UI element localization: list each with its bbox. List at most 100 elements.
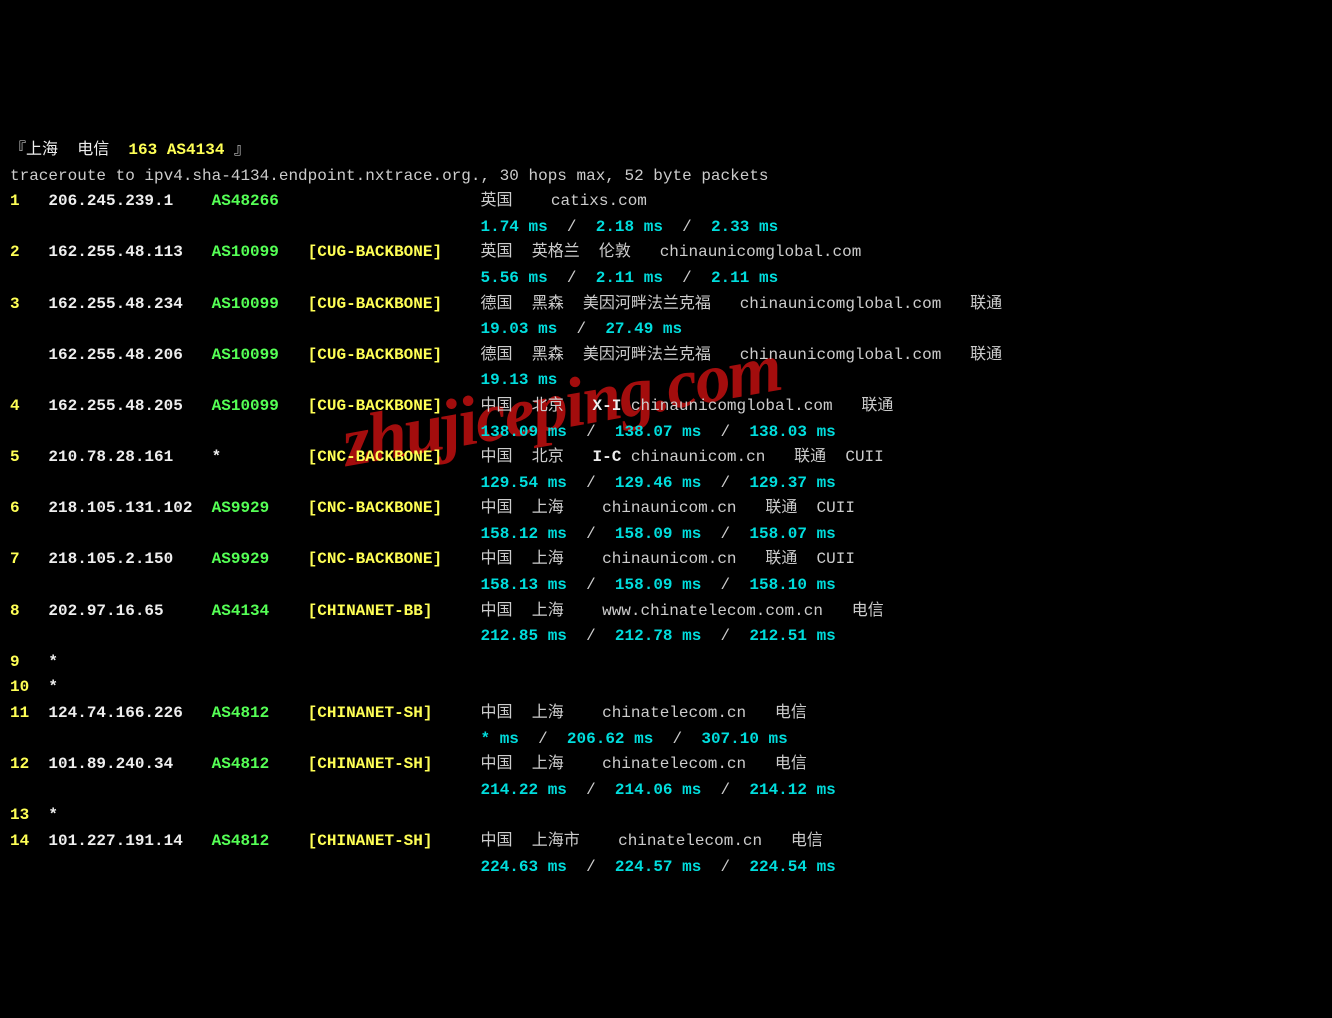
latency-value: 224.57 ms (615, 858, 701, 876)
latency-value: 5.56 ms (480, 269, 547, 287)
hop-tag: [CHINANET-SH] (308, 832, 481, 850)
hop-ip: * (48, 653, 58, 671)
hop-ip: 210.78.28.161 (48, 448, 211, 466)
hop-latency-row: 19.03 ms / 27.49 ms (10, 317, 1322, 343)
hop-number: 9 (10, 653, 48, 671)
hop-row: 5 210.78.28.161 * [CNC-BACKBONE] 中国 北京 I… (10, 445, 1322, 471)
hop-location: 中国 上海 www.chinatelecom.com.cn 电信 (480, 602, 883, 620)
latency-value: 158.07 ms (749, 525, 835, 543)
hop-tag: [CUG-BACKBONE] (308, 346, 481, 364)
hop-location: 英国 catixs.com (480, 192, 646, 210)
hop-tag: [CNC-BACKBONE] (308, 550, 481, 568)
hop-row: 12 101.89.240.34 AS4812 [CHINANET-SH] 中国… (10, 752, 1322, 778)
latency-value: 158.09 ms (615, 576, 701, 594)
hop-asn: AS48266 (212, 192, 308, 210)
latency-value: 27.49 ms (605, 320, 682, 338)
hop-number: 2 (10, 243, 48, 261)
hop-row: 8 202.97.16.65 AS4134 [CHINANET-BB] 中国 上… (10, 599, 1322, 625)
hop-route-code: I-C (593, 448, 622, 466)
hop-asn: AS10099 (212, 397, 308, 415)
hop-tag: [CNC-BACKBONE] (308, 499, 481, 517)
hop-row: 10 * (10, 675, 1322, 701)
hop-number: 12 (10, 755, 48, 773)
hop-latency-row: 19.13 ms (10, 368, 1322, 394)
latency-value: 158.09 ms (615, 525, 701, 543)
hop-row: 14 101.227.191.14 AS4812 [CHINANET-SH] 中… (10, 829, 1322, 855)
hop-ip: * (48, 806, 58, 824)
hop-latency-row: * ms / 206.62 ms / 307.10 ms (10, 727, 1322, 753)
latency-value: 138.09 ms (480, 423, 566, 441)
hop-number: 5 (10, 448, 48, 466)
hop-latency-row: 224.63 ms / 224.57 ms / 224.54 ms (10, 855, 1322, 881)
latency-value: 158.10 ms (749, 576, 835, 594)
hop-ip: 124.74.166.226 (48, 704, 211, 722)
hop-location: 中国 北京 (480, 448, 592, 466)
hop-asn: AS4812 (212, 832, 308, 850)
hop-latency-row: 158.13 ms / 158.09 ms / 158.10 ms (10, 573, 1322, 599)
hop-row: 7 218.105.2.150 AS9929 [CNC-BACKBONE] 中国… (10, 547, 1322, 573)
latency-value: 206.62 ms (567, 730, 653, 748)
hop-asn: AS9929 (212, 499, 308, 517)
hop-number (10, 346, 48, 364)
hop-row: 11 124.74.166.226 AS4812 [CHINANET-SH] 中… (10, 701, 1322, 727)
hop-ip: 202.97.16.65 (48, 602, 211, 620)
hop-latency-row: 212.85 ms / 212.78 ms / 212.51 ms (10, 624, 1322, 650)
hop-location: 中国 北京 (480, 397, 592, 415)
hop-asn: AS9929 (212, 550, 308, 568)
hop-ip: 218.105.2.150 (48, 550, 211, 568)
latency-value: 307.10 ms (701, 730, 787, 748)
hop-number: 14 (10, 832, 48, 850)
hop-number: 6 (10, 499, 48, 517)
latency-value: 129.54 ms (480, 474, 566, 492)
hop-latency-row: 129.54 ms / 129.46 ms / 129.37 ms (10, 471, 1322, 497)
hop-latency-row: 1.74 ms / 2.18 ms / 2.33 ms (10, 215, 1322, 241)
hop-asn: AS10099 (212, 243, 308, 261)
hop-row: 1 206.245.239.1 AS48266 英国 catixs.com (10, 189, 1322, 215)
hop-location: 中国 上海 chinaunicom.cn 联通 CUII (480, 550, 854, 568)
hop-number: 8 (10, 602, 48, 620)
hop-latency-row: 214.22 ms / 214.06 ms / 214.12 ms (10, 778, 1322, 804)
latency-value: 212.85 ms (480, 627, 566, 645)
hop-location: 中国 上海市 chinatelecom.cn 电信 (480, 832, 822, 850)
latency-value: 138.03 ms (749, 423, 835, 441)
latency-value: 19.13 ms (480, 371, 557, 389)
hop-location: 德国 黑森 美因河畔法兰克福 chinaunicomglobal.com 联通 (480, 346, 1002, 364)
hop-asn: AS10099 (212, 346, 308, 364)
hop-tag: [CNC-BACKBONE] (308, 448, 481, 466)
hop-ip: * (48, 678, 58, 696)
hop-tag: [CUG-BACKBONE] (308, 295, 481, 313)
latency-value: 1.74 ms (480, 218, 547, 236)
hop-number: 3 (10, 295, 48, 313)
hop-tag: [CHINANET-BB] (308, 602, 481, 620)
hop-ip: 162.255.48.206 (48, 346, 211, 364)
hop-ip: 101.227.191.14 (48, 832, 211, 850)
latency-value: 129.37 ms (749, 474, 835, 492)
hop-row: 4 162.255.48.205 AS10099 [CUG-BACKBONE] … (10, 394, 1322, 420)
title-line: 『上海 电信 163 AS4134 』 (10, 138, 1322, 164)
hop-route-code: X-I (593, 397, 622, 415)
hop-row: 2 162.255.48.113 AS10099 [CUG-BACKBONE] … (10, 240, 1322, 266)
command-line: traceroute to ipv4.sha-4134.endpoint.nxt… (10, 164, 1322, 190)
hop-row: 9 * (10, 650, 1322, 676)
terminal-output: 『上海 电信 163 AS4134 』traceroute to ipv4.sh… (10, 138, 1322, 880)
hop-ip: 206.245.239.1 (48, 192, 211, 210)
hop-number: 4 (10, 397, 48, 415)
hop-asn: AS10099 (212, 295, 308, 313)
latency-value: 138.07 ms (615, 423, 701, 441)
hop-location: 中国 上海 chinatelecom.cn 电信 (480, 704, 806, 722)
hop-latency-row: 5.56 ms / 2.11 ms / 2.11 ms (10, 266, 1322, 292)
hop-number: 13 (10, 806, 48, 824)
hop-asn: AS4812 (212, 755, 308, 773)
hop-ip: 162.255.48.205 (48, 397, 211, 415)
hop-row: 162.255.48.206 AS10099 [CUG-BACKBONE] 德国… (10, 343, 1322, 369)
latency-value: 2.11 ms (596, 269, 663, 287)
hop-ip: 218.105.131.102 (48, 499, 211, 517)
latency-value: 129.46 ms (615, 474, 701, 492)
latency-value: 158.13 ms (480, 576, 566, 594)
hop-row: 13 * (10, 803, 1322, 829)
latency-value: 212.78 ms (615, 627, 701, 645)
hop-asn: AS4134 (212, 602, 308, 620)
latency-value: 19.03 ms (480, 320, 557, 338)
hop-tag: [CUG-BACKBONE] (308, 397, 481, 415)
latency-value: 224.63 ms (480, 858, 566, 876)
